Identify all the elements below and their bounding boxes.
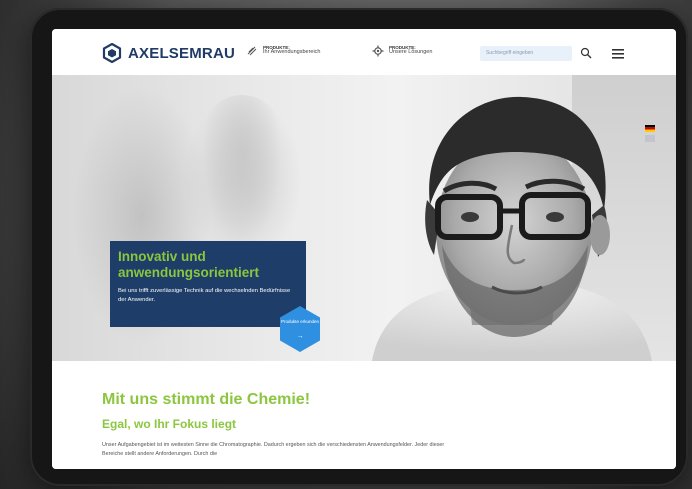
section-subheading: Egal, wo Ihr Fokus liegt: [102, 417, 237, 431]
nav-label: Ihr Anwendungsbereich: [263, 49, 321, 56]
scientist-photo: [372, 96, 652, 361]
section-paragraph: Unser Aufgabengebiet ist im weitesten Si…: [102, 442, 445, 457]
nav-loesungen[interactable]: PRODUKTE: Unsere Lösungen: [372, 45, 432, 57]
brand-name: AXELSEMRAU: [128, 44, 236, 62]
logo-hexagon-icon: [102, 43, 122, 63]
flag-en-icon[interactable]: [645, 135, 655, 142]
arrow-right-icon: →: [296, 333, 304, 340]
section-heading: Mit uns stimmt die Chemie!: [102, 391, 311, 408]
hero-text-box: Innovativ und anwendungsorientiert Bei u…: [110, 241, 306, 327]
search-input[interactable]: Suchbegriff eingeben: [480, 46, 572, 61]
flag-de-icon[interactable]: [645, 125, 655, 132]
cta-label: Produkte erkunden: [280, 319, 320, 324]
intro-section: Mit uns stimmt die Chemie! Egal, wo Ihr …: [52, 361, 676, 469]
nav-anwendungsbereich[interactable]: PRODUKTE: Ihr Anwendungsbereich: [246, 45, 320, 57]
hero-description: Bei uns trifft zuverlässige Technik auf …: [118, 288, 291, 304]
tablet-device: AXELSEMRAU PRODUKTE: Ihr Anwendungsberei…: [30, 8, 688, 486]
website-screen: AXELSEMRAU PRODUKTE: Ihr Anwendungsberei…: [52, 29, 676, 469]
products-cta-button[interactable]: [278, 305, 322, 353]
hand-holding-vial: [202, 95, 282, 245]
hamburger-menu-icon[interactable]: [612, 49, 624, 59]
gear-icon: [372, 45, 384, 57]
brand-logo[interactable]: AXELSEMRAU: [102, 43, 235, 63]
hero-title: Innovativ und anwendungsorientiert: [118, 249, 260, 281]
search-icon[interactable]: [580, 47, 592, 59]
flask-icon: [247, 46, 257, 56]
nav-label: Unsere Lösungen: [389, 49, 433, 56]
hero-banner: Innovativ und anwendungsorientiert Bei u…: [52, 75, 676, 361]
site-header: AXELSEMRAU PRODUKTE: Ihr Anwendungsberei…: [52, 29, 676, 75]
